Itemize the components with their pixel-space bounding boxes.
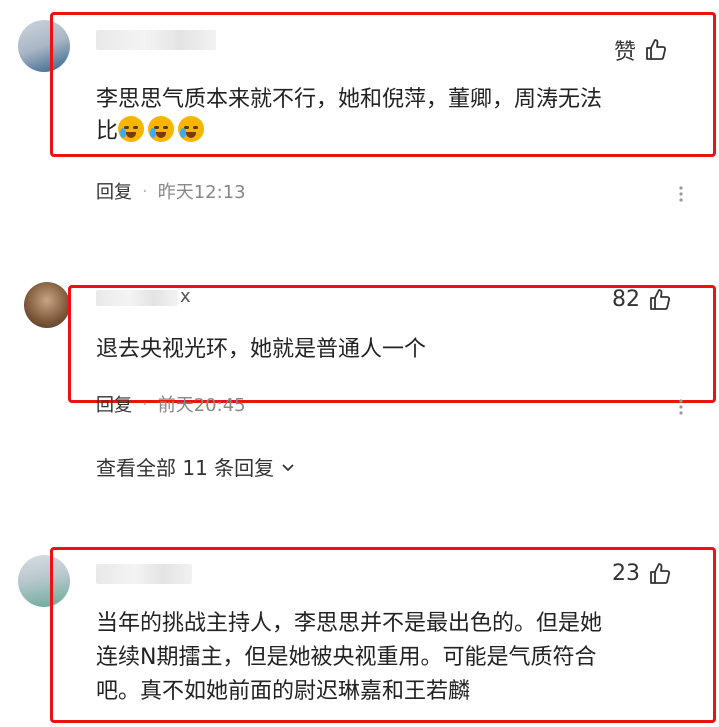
more-icon[interactable] — [672, 185, 690, 203]
view-all-replies-button[interactable]: 查看全部 11 条回复 — [96, 452, 296, 481]
view-all-replies-label: 查看全部 11 条回复 — [96, 456, 275, 480]
comment-meta: 回复 · 昨天12:13 — [96, 178, 246, 204]
reply-button[interactable]: 回复 — [96, 178, 132, 204]
avatar[interactable] — [24, 282, 70, 328]
reply-button[interactable]: 回复 — [96, 391, 132, 417]
chevron-down-icon — [282, 463, 294, 471]
more-icon[interactable] — [672, 398, 690, 416]
timestamp: 昨天12:13 — [157, 182, 246, 203]
timestamp: 前天20:45 — [157, 395, 246, 416]
comment-meta: 回复 · 前天20:45 — [96, 391, 246, 417]
highlight-box — [68, 285, 716, 403]
highlight-box — [50, 547, 716, 723]
separator: · — [142, 180, 148, 202]
separator: · — [142, 393, 148, 415]
highlight-box — [50, 12, 716, 157]
